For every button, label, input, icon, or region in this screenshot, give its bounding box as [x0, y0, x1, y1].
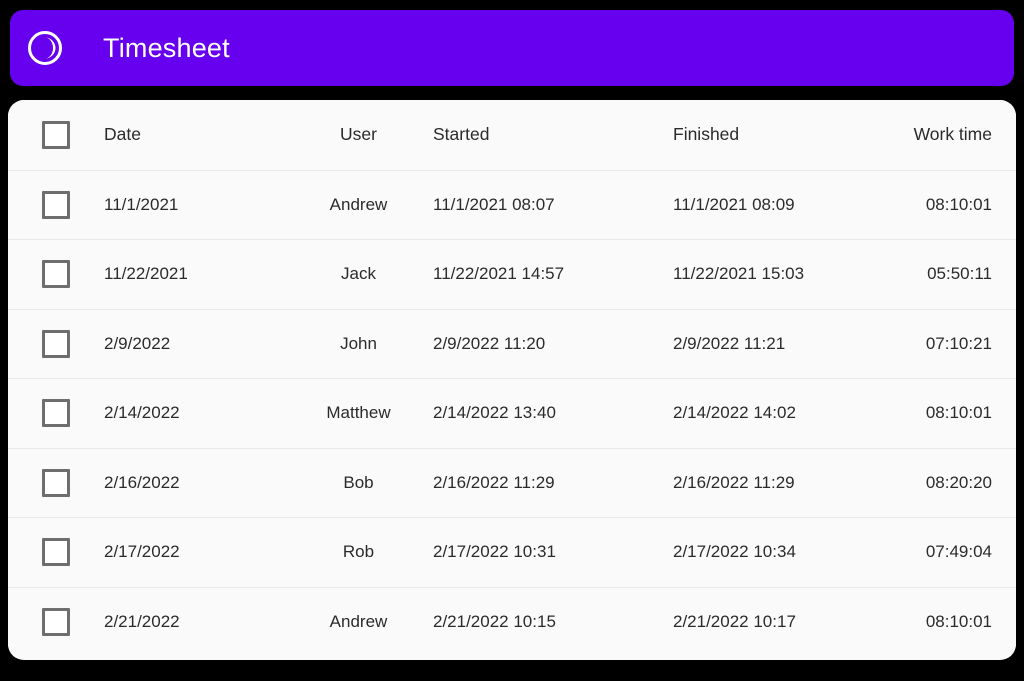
cell-date: 11/22/2021	[98, 239, 286, 309]
cell-date: 2/9/2022	[98, 308, 286, 379]
cell-user: Bob	[286, 447, 431, 518]
table-row[interactable]: 2/17/2022 Rob 2/17/2022 10:31 2/17/2022 10:…	[8, 517, 1016, 587]
cell-user: Matthew	[286, 378, 431, 448]
cell-started: 2/9/2022 11:20	[431, 308, 671, 379]
row-checkbox-cell	[8, 308, 98, 379]
timesheet-table: Date User Started Finished Work time 11/…	[8, 100, 1016, 657]
cell-user: Rob	[286, 517, 431, 587]
column-header-worktime[interactable]: Work time	[911, 100, 1016, 170]
row-checkbox-cell	[8, 517, 98, 587]
cell-worktime: 05:50:11	[911, 239, 1016, 309]
row-checkbox-cell	[8, 169, 98, 240]
row-checkbox[interactable]	[42, 399, 70, 428]
cell-worktime: 08:20:20	[911, 447, 1016, 518]
row-checkbox[interactable]	[42, 608, 70, 636]
cell-date: 2/14/2022	[98, 378, 286, 448]
cell-finished: 2/14/2022 14:02	[671, 378, 911, 448]
cell-worktime: 07:49:04	[911, 517, 1016, 587]
cell-worktime: 08:10:01	[911, 586, 1016, 657]
cell-finished: 2/21/2022 10:17	[671, 586, 911, 657]
clock-pie-icon	[26, 29, 64, 67]
cell-started: 11/1/2021 08:07	[431, 169, 671, 240]
row-checkbox[interactable]	[42, 329, 70, 358]
table-body: 11/1/2021 Andrew 11/1/2021 08:07 11/1/2021 …	[8, 169, 1016, 657]
cell-finished: 2/9/2022 11:21	[671, 308, 911, 379]
cell-date: 2/21/2022	[98, 586, 286, 657]
cell-finished: 2/17/2022 10:34	[671, 517, 911, 587]
cell-worktime: 08:10:01	[911, 169, 1016, 240]
cell-finished: 11/1/2021 08:09	[671, 169, 911, 240]
column-header-date[interactable]: Date	[98, 100, 286, 170]
table-row[interactable]: 11/1/2021 Andrew 11/1/2021 08:07 11/1/2021 …	[8, 169, 1016, 240]
cell-user: John	[286, 308, 431, 379]
row-checkbox[interactable]	[42, 538, 70, 567]
cell-user: Jack	[286, 239, 431, 309]
cell-user: Andrew	[286, 169, 431, 240]
row-checkbox-cell	[8, 586, 98, 657]
cell-started: 2/21/2022 10:15	[431, 586, 671, 657]
cell-date: 2/17/2022	[98, 517, 286, 587]
table-row[interactable]: 2/21/2022 Andrew 2/21/2022 10:15 2/21/2022 …	[8, 586, 1016, 657]
cell-worktime: 08:10:01	[911, 378, 1016, 448]
row-checkbox-cell	[8, 378, 98, 448]
cell-worktime: 07:10:21	[911, 308, 1016, 379]
column-header-started[interactable]: Started	[431, 100, 671, 170]
cell-date: 11/1/2021	[98, 169, 286, 240]
cell-finished: 2/16/2022 11:29	[671, 447, 911, 518]
cell-user: Andrew	[286, 586, 431, 657]
cell-started: 2/14/2022 13:40	[431, 378, 671, 448]
table-header-row: Date User Started Finished Work time	[8, 100, 1016, 170]
table-row[interactable]: 2/14/2022 Matthew 2/14/2022 13:40 2/14/2022…	[8, 378, 1016, 448]
select-all-checkbox[interactable]	[42, 120, 70, 149]
row-checkbox[interactable]	[42, 260, 70, 289]
cell-started: 11/22/2021 14:57	[431, 239, 671, 309]
row-checkbox[interactable]	[42, 190, 70, 219]
cell-started: 2/17/2022 10:31	[431, 517, 671, 587]
cell-started: 2/16/2022 11:29	[431, 447, 671, 518]
table-row[interactable]: 2/16/2022 Bob 2/16/2022 11:29 2/16/2022 11:…	[8, 447, 1016, 518]
cell-finished: 11/22/2021 15:03	[671, 239, 911, 309]
cell-date: 2/16/2022	[98, 447, 286, 518]
timesheet-table-card: Date User Started Finished Work time 11/…	[8, 100, 1016, 660]
row-checkbox-cell	[8, 239, 98, 309]
table-row[interactable]: 2/9/2022 John 2/9/2022 11:20 2/9/2022 11:21…	[8, 308, 1016, 379]
table-row[interactable]: 11/22/2021 Jack 11/22/2021 14:57 11/22/2021…	[8, 239, 1016, 309]
column-header-user[interactable]: User	[286, 100, 431, 170]
select-all-header-cell	[8, 100, 98, 170]
page-title: Timesheet	[103, 32, 230, 63]
row-checkbox-cell	[8, 447, 98, 518]
app-header: Timesheet	[10, 10, 1014, 86]
column-header-finished[interactable]: Finished	[671, 100, 911, 170]
timesheet-app: Timesheet Date User Started Finished Wor…	[0, 0, 1024, 681]
table-header: Date User Started Finished Work time	[8, 100, 1016, 170]
row-checkbox[interactable]	[42, 468, 70, 497]
